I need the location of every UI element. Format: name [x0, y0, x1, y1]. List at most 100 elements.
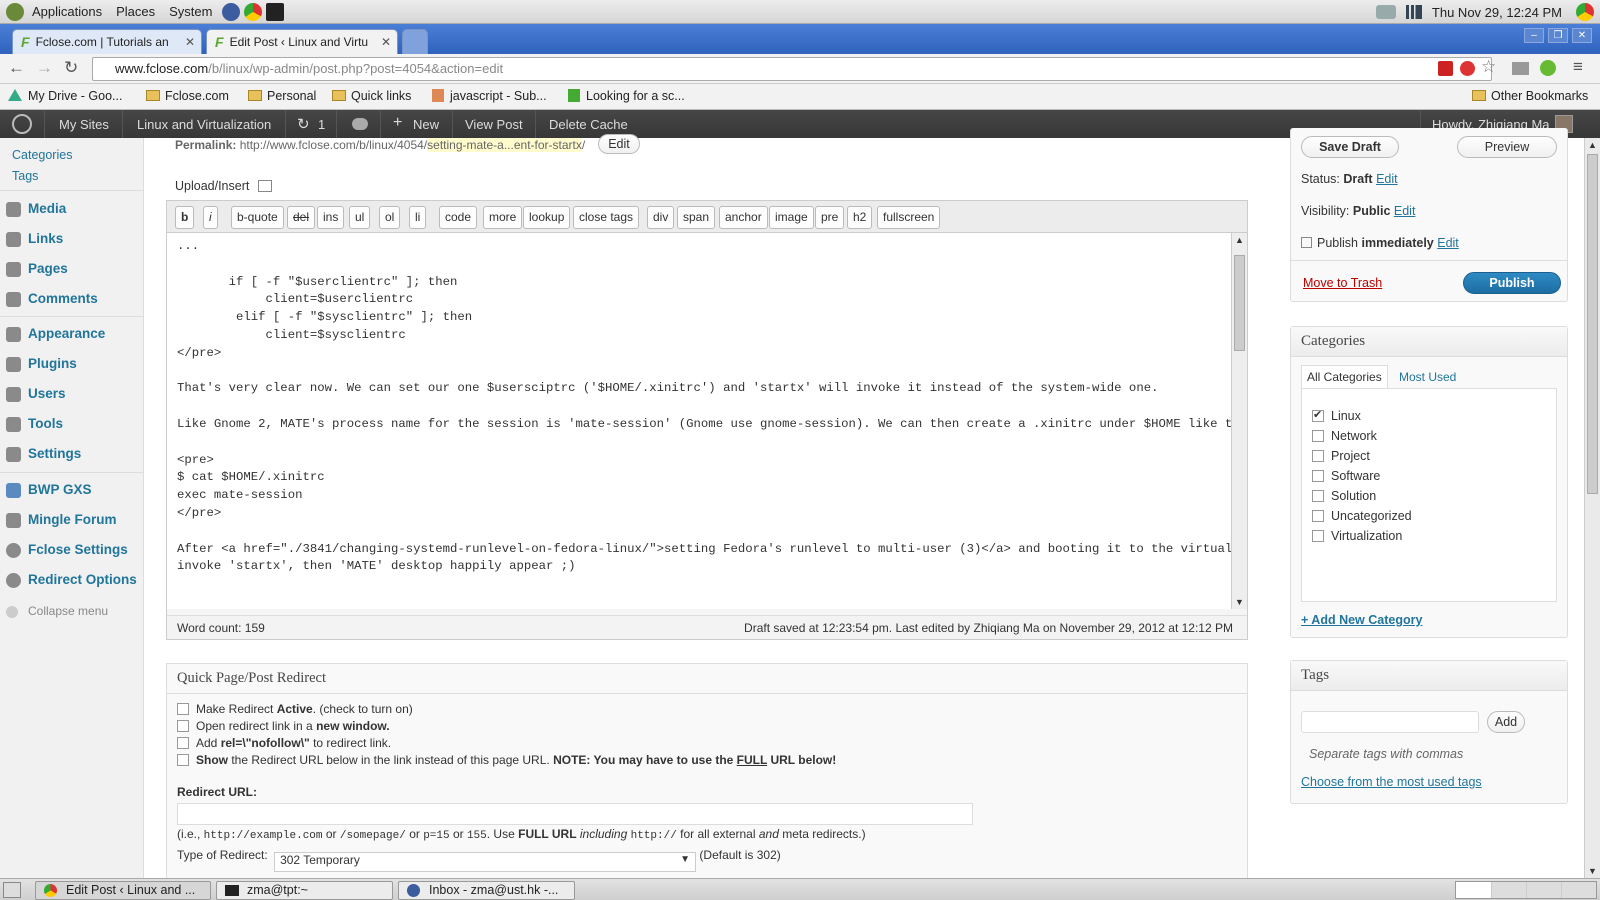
extension-icon[interactable] [1512, 62, 1529, 75]
sidebar-item-fclose-settings[interactable]: Fclose Settings [0, 538, 143, 566]
collapse-menu[interactable]: Collapse menu [0, 599, 143, 627]
scroll-down-icon[interactable]: ▼ [1588, 866, 1597, 876]
clock[interactable]: Thu Nov 29, 12:24 PM [1432, 5, 1562, 20]
add-new-category-link[interactable]: + Add New Category [1301, 613, 1422, 627]
bookmark-looking[interactable]: Looking for a sc... [568, 89, 685, 103]
comments-icon[interactable] [352, 118, 368, 130]
redirect-option-nofollow[interactable]: Add rel=\"nofollow\" to redirect link. [177, 736, 391, 750]
thunderbird-icon[interactable] [222, 2, 241, 21]
scroll-down-icon[interactable]: ▼ [1235, 597, 1244, 607]
extension-icon[interactable] [1540, 60, 1556, 76]
quicktag-h2-button[interactable]: h2 [847, 206, 873, 229]
signal-icon[interactable] [1405, 5, 1422, 19]
redirect-url-input[interactable] [177, 803, 973, 825]
checkbox[interactable] [1312, 530, 1324, 542]
adminbar-new[interactable]: New [413, 117, 439, 132]
sidebar-item-media[interactable]: Media [0, 197, 143, 225]
flash-icon[interactable] [1438, 61, 1453, 76]
menu-system[interactable]: System [169, 4, 212, 19]
sidebar-item-comments[interactable]: Comments [0, 287, 143, 315]
quicktag-ul-button[interactable]: ul [349, 206, 371, 229]
checkbox[interactable] [1312, 490, 1324, 502]
sidebar-item-users[interactable]: Users [0, 382, 143, 410]
move-to-trash-link[interactable]: Move to Trash [1303, 276, 1382, 290]
forward-icon[interactable]: → [36, 58, 53, 78]
menu-places[interactable]: Places [116, 4, 155, 19]
redirect-option-show-url[interactable]: Show the Redirect URL below in the link … [177, 753, 836, 767]
other-bookmarks[interactable]: Other Bookmarks [1472, 89, 1588, 103]
quicktag-ol-button[interactable]: ol [379, 206, 401, 229]
tab-all-categories[interactable]: All Categories [1301, 365, 1388, 389]
quicktag-anchor-button[interactable]: anchor [719, 206, 768, 229]
category-item[interactable]: Project [1312, 449, 1370, 463]
show-desktop-icon[interactable] [3, 882, 21, 898]
adminbar-view-post[interactable]: View Post [465, 117, 523, 132]
scroll-up-icon[interactable]: ▲ [1588, 140, 1597, 150]
permalink-url[interactable]: http://www.fclose.com/b/linux/4054/ [240, 138, 427, 152]
quicktag-lookup-button[interactable]: lookup [523, 206, 571, 229]
quicktag-close-tags-button[interactable]: close tags [573, 206, 640, 229]
editor-scrollbar[interactable]: ▲ ▼ [1231, 233, 1247, 609]
checkbox[interactable] [1312, 408, 1324, 422]
quicktag-i-button[interactable]: i [203, 206, 218, 229]
chrome-icon[interactable] [244, 2, 263, 21]
sidebar-item-tools[interactable]: Tools [0, 412, 143, 440]
category-item[interactable]: Software [1312, 469, 1380, 483]
status-edit-link[interactable]: Edit [1376, 172, 1398, 186]
quicktag-del-button[interactable]: del [287, 206, 316, 229]
visibility-edit-link[interactable]: Edit [1394, 204, 1416, 218]
taskbar-terminal[interactable]: zma@tpt:~ [216, 881, 393, 900]
adblock-icon[interactable] [1460, 61, 1475, 76]
scroll-up-icon[interactable]: ▲ [1235, 235, 1244, 245]
adminbar-site-name[interactable]: Linux and Virtualization [137, 117, 271, 132]
checkbox[interactable] [1312, 450, 1324, 462]
save-draft-button[interactable]: Save Draft [1301, 136, 1399, 158]
taskbar-chrome[interactable]: Edit Post ‹ Linux and ... [35, 881, 211, 900]
checkbox[interactable] [177, 720, 189, 732]
checkbox[interactable] [1312, 510, 1324, 522]
sidebar-item-mingle-forum[interactable]: Mingle Forum [0, 508, 143, 536]
new-tab-button[interactable] [402, 29, 428, 54]
checkbox[interactable] [177, 754, 189, 766]
quicktag-pre-button[interactable]: pre [815, 206, 845, 229]
category-item[interactable]: Solution [1312, 489, 1376, 503]
workspace-switcher[interactable] [1455, 881, 1597, 899]
close-window-icon[interactable]: ✕ [1572, 28, 1592, 43]
terminal-icon[interactable] [266, 2, 285, 21]
reload-icon[interactable]: ↻ [64, 58, 78, 78]
quicktag-ins-button[interactable]: ins [317, 206, 345, 229]
bookmark-fclose[interactable]: Fclose.com [146, 89, 229, 103]
sidebar-item-settings[interactable]: Settings [0, 442, 143, 470]
star-icon[interactable]: ☆ [1481, 57, 1496, 77]
quicktag-code-button[interactable]: code [439, 206, 478, 229]
upload-insert[interactable]: Upload/Insert [175, 179, 272, 193]
sidebar-item-plugins[interactable]: Plugins [0, 352, 143, 380]
adminbar-updates-count[interactable]: 1 [318, 117, 325, 132]
checkbox[interactable] [1312, 430, 1324, 442]
quicktag-fullscreen-button[interactable]: fullscreen [877, 206, 941, 229]
add-tag-button[interactable]: Add [1487, 711, 1525, 733]
bookmark-my-drive[interactable]: My Drive - Goo... [8, 89, 122, 103]
scroll-thumb[interactable] [1234, 255, 1245, 351]
sidebar-item-redirect-options[interactable]: Redirect Options [0, 568, 143, 596]
schedule-edit-link[interactable]: Edit [1437, 236, 1459, 250]
tag-input[interactable] [1301, 711, 1479, 733]
sidebar-item-appearance[interactable]: Appearance [0, 322, 143, 350]
tab-edit-post[interactable]: F Edit Post ‹ Linux and Virtu ✕ [206, 29, 398, 54]
sidebar-item-bwp-gxs[interactable]: BWP GXS [0, 478, 143, 506]
taskbar-thunderbird[interactable]: Inbox - zma@ust.hk -... [398, 881, 575, 900]
menu-applications[interactable]: Applications [32, 4, 102, 19]
back-icon[interactable]: ← [8, 58, 25, 78]
preview-button[interactable]: Preview [1457, 136, 1557, 158]
wordpress-logo-icon[interactable] [12, 114, 32, 134]
redirect-option-active[interactable]: Make Redirect Active. (check to turn on) [177, 702, 413, 716]
sidebar-item-links[interactable]: Links [0, 227, 143, 255]
publish-button[interactable]: Publish [1463, 272, 1561, 294]
sidebar-sub-tags[interactable]: Tags [12, 169, 38, 183]
quicktag-more-button[interactable]: more [483, 206, 523, 229]
checkbox[interactable] [177, 703, 189, 715]
permalink-slug[interactable]: setting-mate-a...ent-for-startx [427, 138, 582, 152]
network-icon[interactable] [1375, 5, 1396, 19]
quicktag-li-button[interactable]: li [409, 206, 427, 229]
sidebar-sub-categories[interactable]: Categories [12, 148, 72, 162]
